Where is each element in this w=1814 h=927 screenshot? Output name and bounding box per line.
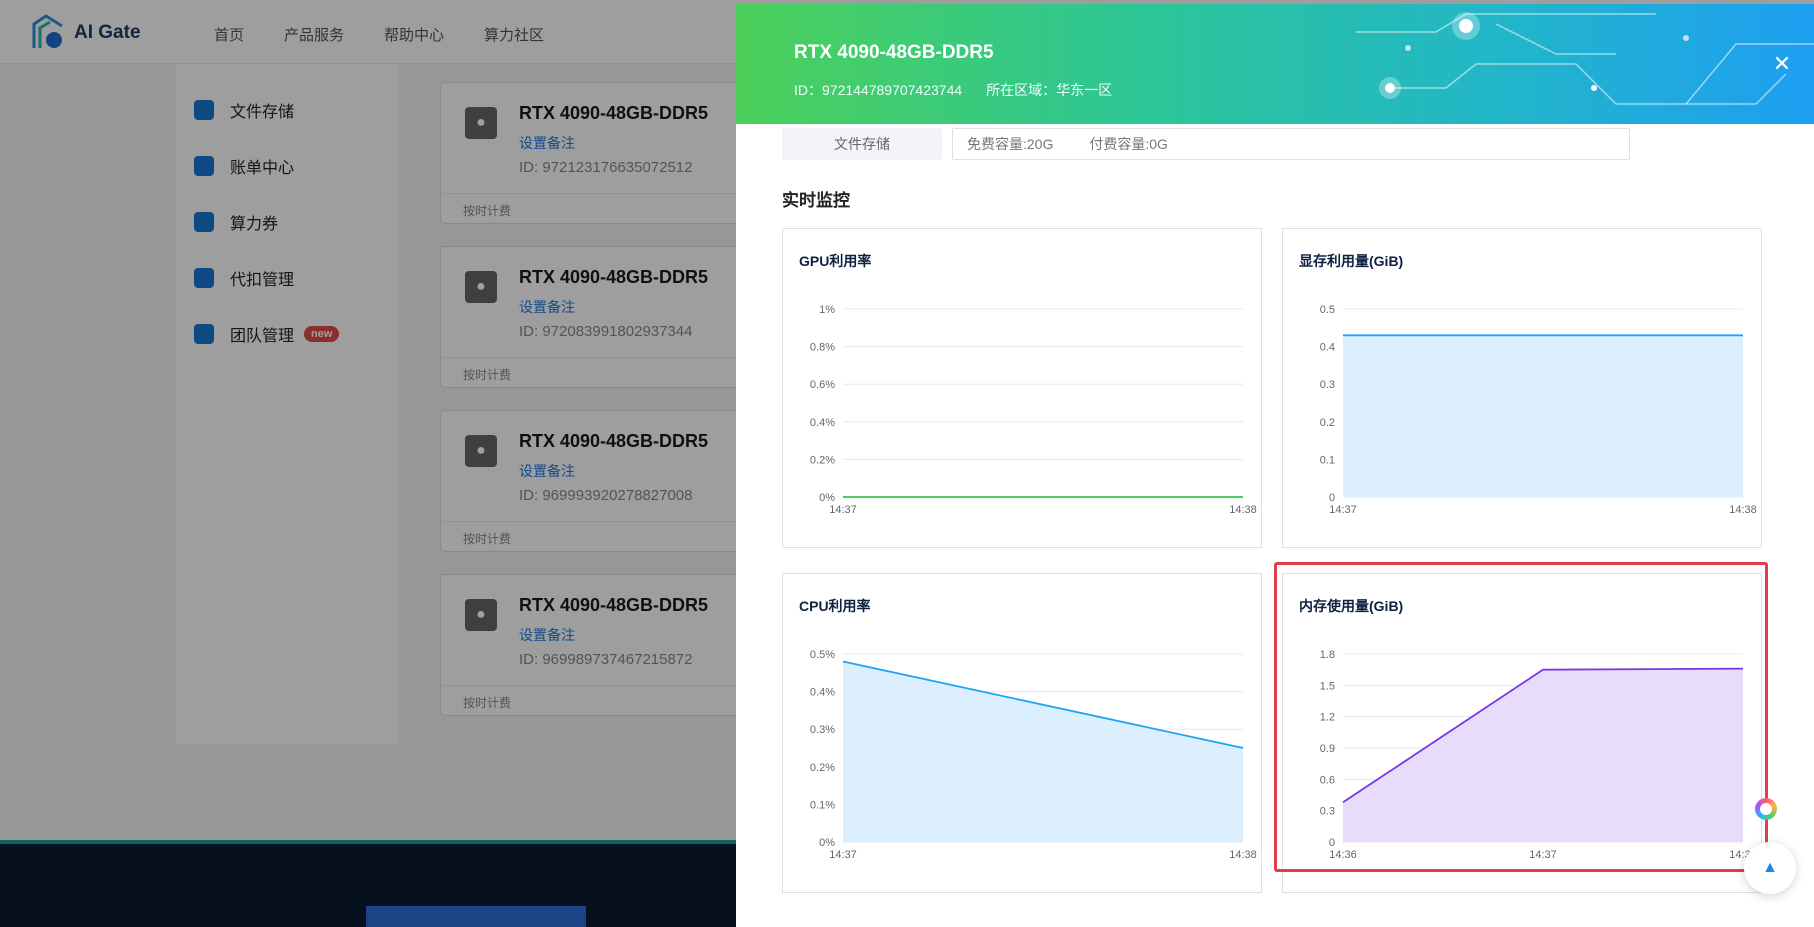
y-tick-label: 0.1 (1320, 454, 1335, 466)
y-tick-label: 1.2 (1320, 712, 1335, 724)
storage-row: 文件存储 免费容量:20G 付费容量:0G (782, 128, 1630, 160)
chart-title: CPU利用率 (799, 598, 871, 614)
x-tick-label: 14:38 (1229, 849, 1257, 861)
x-tick-label: 14:37 (1529, 849, 1557, 861)
gpu-usage-chart: 0% 0.2% 0.4% 0.6% 0.8% 1% 14:37 14:38 GPU利用率 (782, 228, 1262, 548)
instance-region: 所在区域：华东一区 (986, 82, 1113, 98)
y-tick-label: 0.8% (810, 342, 835, 354)
chart-svg: 0% 0.1% 0.2% 0.3% 0.4% 0.5% 14:37 14:38 (810, 649, 1257, 861)
y-tick-label: 0.6% (810, 379, 835, 391)
y-tick-label: 0.2 (1320, 417, 1335, 429)
y-tick-label: 0.4% (810, 687, 835, 699)
y-tick-label: 0 (1329, 492, 1335, 504)
y-tick-label: 0.3 (1320, 379, 1335, 391)
x-tick-label: 14:38 (1229, 504, 1257, 516)
y-tick-label: 0 (1329, 837, 1335, 849)
y-tick-label: 0.4 (1320, 342, 1335, 354)
y-tick-label: 1.8 (1320, 649, 1335, 661)
storage-label: 文件存储 (782, 128, 942, 160)
y-tick-label: 0.4% (810, 417, 835, 429)
circuit-decoration-icon (1356, 12, 1814, 105)
x-tick-label: 14:37 (829, 849, 857, 861)
y-tick-label: 0.1% (810, 799, 835, 811)
cpu-usage-chart: 0% 0.1% 0.2% 0.3% 0.4% 0.5% 14:37 14:38 CPU利用率 (782, 573, 1262, 893)
series-area (1343, 668, 1743, 842)
y-tick-label: 0.3 (1320, 806, 1335, 818)
y-tick-label: 0.5 (1320, 304, 1335, 316)
chart-title: GPU利用率 (799, 253, 872, 269)
x-tick-label: 14:38 (1729, 504, 1757, 516)
x-tick-label: 14:36 (1329, 849, 1357, 861)
series-area (843, 661, 1243, 842)
y-tick-label: 0.5% (810, 649, 835, 661)
assistant-icon[interactable] (1755, 798, 1777, 820)
instance-monitor-drawer: RTX 4090-48GB-DDR5 ID：972144789707423744… (736, 4, 1814, 927)
storage-capacity: 免费容量:20G 付费容量:0G (952, 128, 1630, 160)
free-capacity: 免费容量:20G (967, 136, 1054, 152)
y-tick-label: 0% (819, 492, 835, 504)
paid-capacity: 付费容量:0G (1089, 136, 1168, 152)
x-tick-label: 14:37 (829, 504, 857, 516)
y-tick-label: 0.2% (810, 454, 835, 466)
drawer-header: RTX 4090-48GB-DDR5 ID：972144789707423744… (736, 4, 1814, 124)
series-area (1343, 335, 1743, 497)
y-tick-label: 0.3% (810, 724, 835, 736)
drawer-subtitle: ID：972144789707423744 所在区域：华东一区 (794, 80, 1112, 100)
drawer-title: RTX 4090-48GB-DDR5 (794, 42, 994, 63)
chart-title: 内存使用量(GiB) (1299, 598, 1404, 614)
gpu-memory-chart: 0 0.1 0.2 0.3 0.4 0.5 14:37 14:38 显存利用量(GiB) (1282, 228, 1762, 548)
back-to-top-button[interactable]: ▲ (1744, 842, 1796, 894)
y-tick-label: 0.2% (810, 762, 835, 774)
y-tick-label: 0% (819, 837, 835, 849)
y-tick-label: 0.6 (1320, 774, 1335, 786)
chart-svg: 0% 0.2% 0.4% 0.6% 0.8% 1% 14:37 14:38 (810, 304, 1257, 516)
y-tick-label: 1% (819, 304, 835, 316)
instance-id: ID：972144789707423744 (794, 82, 963, 98)
chart-title: 显存利用量(GiB) (1299, 253, 1404, 269)
x-tick-label: 14:37 (1329, 504, 1357, 516)
section-title: 实时监控 (782, 191, 850, 210)
chart-svg: 00.30.60.91.21.51.814:36 14:37 14:38 (1320, 649, 1757, 861)
close-icon[interactable]: ✕ (1772, 53, 1792, 75)
memory-usage-chart: 0 0.3 0.6 0.9 1.2 1.5 1.8 14:36 14:37 14:38 内存使用量… (1282, 573, 1762, 893)
y-tick-label: 0.9 (1320, 743, 1335, 755)
y-tick-label: 1.5 (1320, 680, 1335, 692)
chart-svg: 0 0.1 0.2 0.3 0.4 0.5 14:37 14:38 (1320, 304, 1757, 516)
